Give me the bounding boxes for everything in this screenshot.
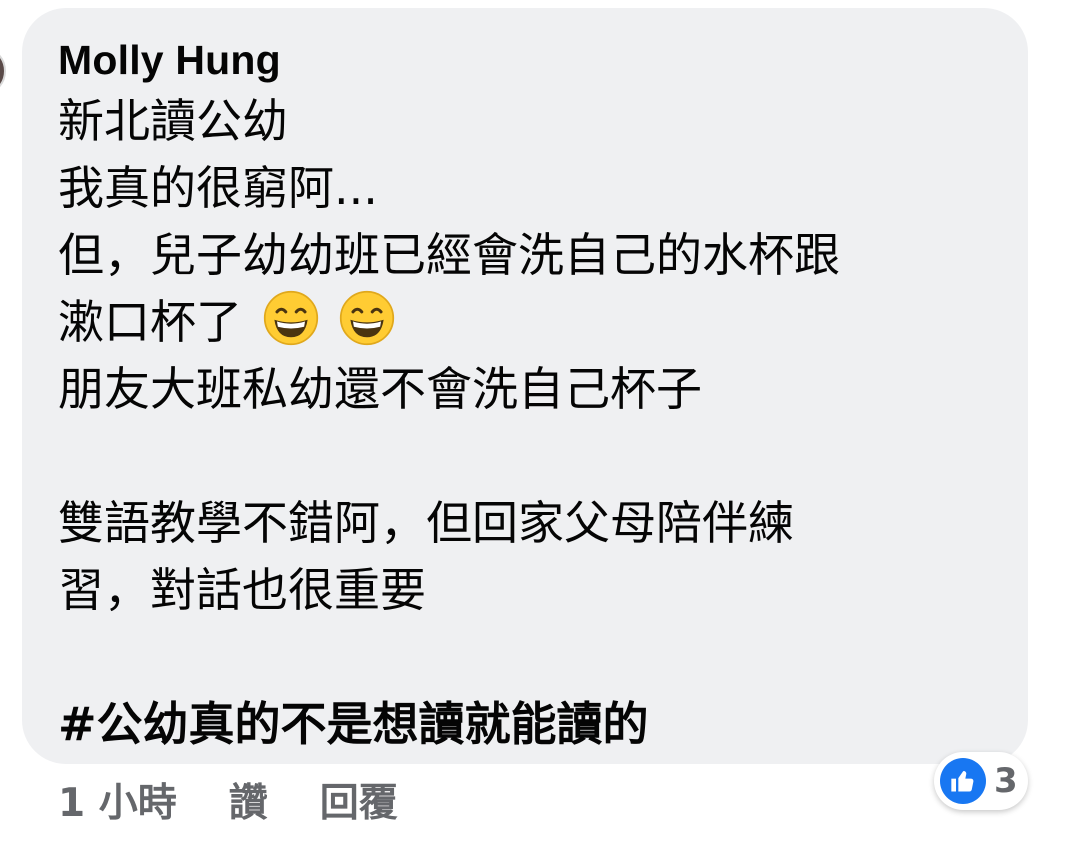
reaction-count: 3 [994, 761, 1018, 801]
avatar[interactable] [0, 46, 6, 96]
comment-bubble: Molly Hung 新北讀公幼 我真的很窮阿... 但，兒子幼幼班已經會洗自己… [22, 8, 1028, 764]
comment-line: 雙語教學不錯阿，但回家父母陪伴練 [58, 496, 794, 550]
comment-line: 我真的很窮阿... [58, 161, 378, 215]
like-button[interactable]: 讚 [229, 772, 268, 828]
grinning-face-icon [340, 290, 395, 346]
thumbs-up-glyph [951, 771, 974, 792]
reply-button[interactable]: 回覆 [320, 772, 398, 828]
comment-actions: 1 小時 讚 回覆 [58, 772, 450, 828]
grinning-face-icon [263, 290, 318, 346]
comment-blank-line [58, 423, 1028, 490]
comment-line: 習，對話也很重要 [58, 563, 426, 617]
comment-author[interactable]: Molly Hung [58, 36, 281, 84]
reaction-summary[interactable]: 3 [934, 752, 1028, 810]
comment-line: 新北讀公幼 [58, 94, 288, 148]
comment-line: 但，兒子幼幼班已經會洗自己的水杯跟 [58, 228, 840, 282]
comment-line-with-emoji: 漱口杯了 [58, 289, 1028, 356]
comment-line-text: 漱口杯了 [58, 295, 242, 349]
thumbs-up-icon [940, 758, 986, 804]
comment-blank-line [58, 624, 1028, 691]
timestamp[interactable]: 1 小時 [58, 772, 177, 828]
comment-line: 朋友大班私幼還不會洗自己杯子 [58, 362, 702, 416]
hashtag-link[interactable]: #公幼真的不是想讀就能讀的 [58, 691, 1028, 758]
